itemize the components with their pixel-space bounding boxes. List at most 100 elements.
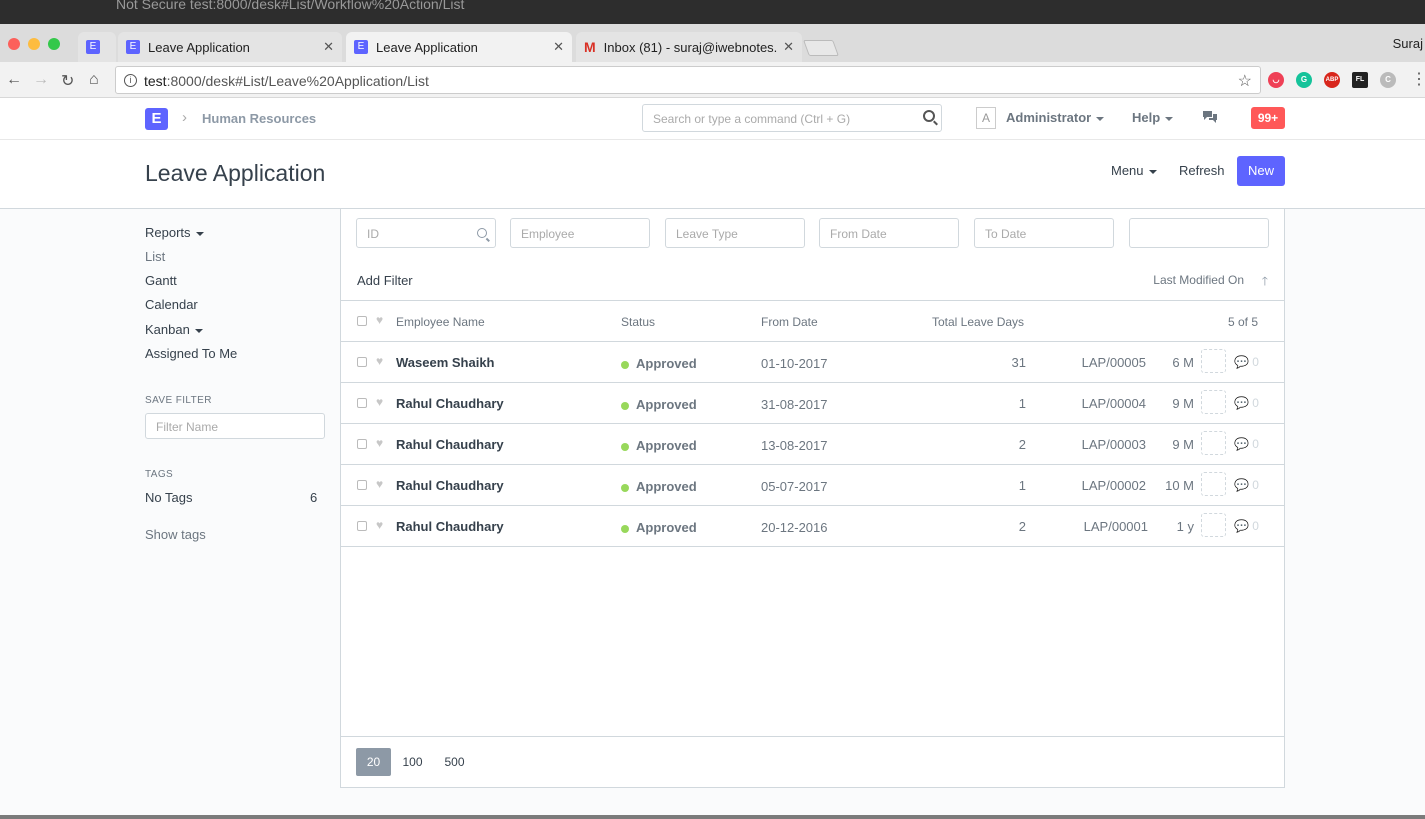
comment-count[interactable]: 💬 0: [1234, 478, 1259, 492]
c-icon[interactable]: C: [1380, 72, 1396, 88]
record-id[interactable]: LAP/00005: [1082, 355, 1146, 370]
comment-count[interactable]: 💬 0: [1234, 437, 1259, 451]
close-tab-icon[interactable]: ✕: [553, 39, 564, 55]
chat-icon[interactable]: [1202, 110, 1218, 124]
record-id[interactable]: LAP/00001: [1084, 519, 1148, 534]
heart-icon[interactable]: ♥: [376, 395, 383, 409]
browser-tab-pinned[interactable]: E: [78, 32, 116, 62]
leave-type-filter-input[interactable]: Leave Type: [665, 218, 805, 248]
heart-icon[interactable]: ♥: [376, 313, 383, 327]
status-badge[interactable]: Approved: [621, 479, 697, 494]
record-id[interactable]: LAP/00003: [1082, 437, 1146, 452]
notifications-badge[interactable]: 99+: [1251, 107, 1285, 129]
comment-count[interactable]: 💬 0: [1234, 396, 1259, 410]
breadcrumb[interactable]: Human Resources: [202, 111, 316, 126]
heart-icon[interactable]: ♥: [376, 436, 383, 450]
status-badge[interactable]: Approved: [621, 356, 697, 371]
add-filter-button[interactable]: Add Filter: [357, 273, 413, 288]
sidebar-item-calendar[interactable]: Calendar: [145, 297, 198, 312]
employee-name[interactable]: Rahul Chaudhary: [396, 396, 504, 411]
heart-icon[interactable]: ♥: [376, 477, 383, 491]
heart-icon[interactable]: ♥: [376, 518, 383, 532]
table-row[interactable]: ♥ Rahul Chaudhary Approved 20-12-2016 2 …: [341, 506, 1284, 547]
sidebar-item-kanban[interactable]: Kanban: [145, 322, 203, 337]
new-button[interactable]: New: [1237, 156, 1285, 186]
table-row[interactable]: ♥ Rahul Chaudhary Approved 31-08-2017 1 …: [341, 383, 1284, 424]
modified-time: 6 M: [1172, 355, 1194, 370]
id-filter-input[interactable]: ID: [356, 218, 496, 248]
home-icon[interactable]: ⌂: [89, 71, 99, 89]
assign-avatar[interactable]: [1201, 472, 1226, 496]
new-tab-button[interactable]: [803, 40, 839, 56]
record-id[interactable]: LAP/00004: [1082, 396, 1146, 411]
table-row[interactable]: ♥ Waseem Shaikh Approved 01-10-2017 31 L…: [341, 342, 1284, 383]
row-checkbox[interactable]: [357, 398, 367, 408]
from-date-filter-input[interactable]: From Date: [819, 218, 959, 248]
avatar[interactable]: A: [976, 107, 996, 129]
record-id[interactable]: LAP/00002: [1082, 478, 1146, 493]
show-tags-link[interactable]: Show tags: [145, 527, 206, 542]
page-size-100-button[interactable]: 100: [395, 748, 430, 776]
row-checkbox[interactable]: [357, 357, 367, 367]
pocket-icon[interactable]: ◡: [1268, 72, 1284, 88]
close-window-button[interactable]: [8, 38, 20, 50]
awesomebar-search-input[interactable]: Search or type a command (Ctrl + G): [642, 104, 942, 132]
sidebar-item-reports[interactable]: Reports: [145, 225, 204, 240]
minimize-window-button[interactable]: [28, 38, 40, 50]
employee-name[interactable]: Rahul Chaudhary: [396, 437, 504, 452]
page-size-20-button[interactable]: 20: [356, 748, 391, 776]
employee-name[interactable]: Rahul Chaudhary: [396, 519, 504, 534]
browser-tab-leave-application-1[interactable]: E Leave Application ✕: [118, 32, 342, 62]
reload-icon[interactable]: ↻: [61, 71, 74, 91]
page-size-500-button[interactable]: 500: [437, 748, 472, 776]
table-row[interactable]: ♥ Rahul Chaudhary Approved 05-07-2017 1 …: [341, 465, 1284, 506]
to-date-filter-input[interactable]: To Date: [974, 218, 1114, 248]
sidebar-item-list[interactable]: List: [145, 249, 165, 264]
employee-filter-input[interactable]: Employee: [510, 218, 650, 248]
filter-name-input[interactable]: Filter Name: [145, 413, 325, 439]
select-all-checkbox[interactable]: [357, 316, 367, 326]
status-badge[interactable]: Approved: [621, 438, 697, 453]
sort-order-icon[interactable]: 🡑: [1262, 272, 1268, 293]
table-row[interactable]: ♥ Rahul Chaudhary Approved 13-08-2017 2 …: [341, 424, 1284, 465]
employee-name[interactable]: Rahul Chaudhary: [396, 478, 504, 493]
address-bar[interactable]: i test:8000/desk#List/Leave%20Applicatio…: [115, 66, 1261, 94]
menu-dropdown-button[interactable]: Menu: [1111, 163, 1157, 178]
browser-menu-icon[interactable]: ⋮: [1411, 69, 1425, 89]
assign-avatar[interactable]: [1201, 513, 1226, 537]
extra-filter-input[interactable]: [1129, 218, 1269, 248]
comment-count[interactable]: 💬 0: [1234, 519, 1259, 533]
browser-tab-leave-application-2[interactable]: E Leave Application ✕: [346, 32, 572, 62]
row-checkbox[interactable]: [357, 480, 367, 490]
help-menu[interactable]: Help: [1132, 110, 1174, 125]
assign-avatar[interactable]: [1201, 431, 1226, 455]
assign-avatar[interactable]: [1201, 390, 1226, 414]
sort-by-selector[interactable]: Last Modified On: [1153, 273, 1244, 287]
comment-count[interactable]: 💬 0: [1234, 355, 1259, 369]
adblock-icon[interactable]: ABP: [1324, 72, 1340, 88]
sidebar-item-gantt[interactable]: Gantt: [145, 273, 177, 288]
close-tab-icon[interactable]: ✕: [323, 39, 334, 55]
no-tags-label[interactable]: No Tags: [145, 490, 192, 505]
app-logo[interactable]: E: [145, 108, 168, 130]
bookmark-star-icon[interactable]: ☆: [1238, 71, 1252, 91]
heart-icon[interactable]: ♥: [376, 354, 383, 368]
refresh-button[interactable]: Refresh: [1179, 163, 1225, 178]
row-checkbox[interactable]: [357, 439, 367, 449]
employee-name[interactable]: Waseem Shaikh: [396, 355, 495, 370]
sidebar-item-assigned-to-me[interactable]: Assigned To Me: [145, 346, 237, 361]
back-icon[interactable]: ←: [6, 71, 22, 89]
browser-tab-inbox[interactable]: M Inbox (81) - suraj@iwebnotes.c ✕: [576, 32, 802, 62]
status-badge[interactable]: Approved: [621, 520, 697, 535]
status-badge[interactable]: Approved: [621, 397, 697, 412]
maximize-window-button[interactable]: [48, 38, 60, 50]
row-checkbox[interactable]: [357, 521, 367, 531]
assign-avatar[interactable]: [1201, 349, 1226, 373]
fl-icon[interactable]: FL: [1352, 72, 1368, 88]
close-tab-icon[interactable]: ✕: [783, 39, 794, 55]
profile-name[interactable]: Suraj: [1393, 36, 1423, 51]
info-icon[interactable]: i: [124, 74, 137, 87]
grammarly-icon[interactable]: G: [1296, 72, 1312, 88]
user-menu[interactable]: Administrator: [1006, 110, 1105, 125]
forward-icon[interactable]: →: [33, 71, 49, 89]
